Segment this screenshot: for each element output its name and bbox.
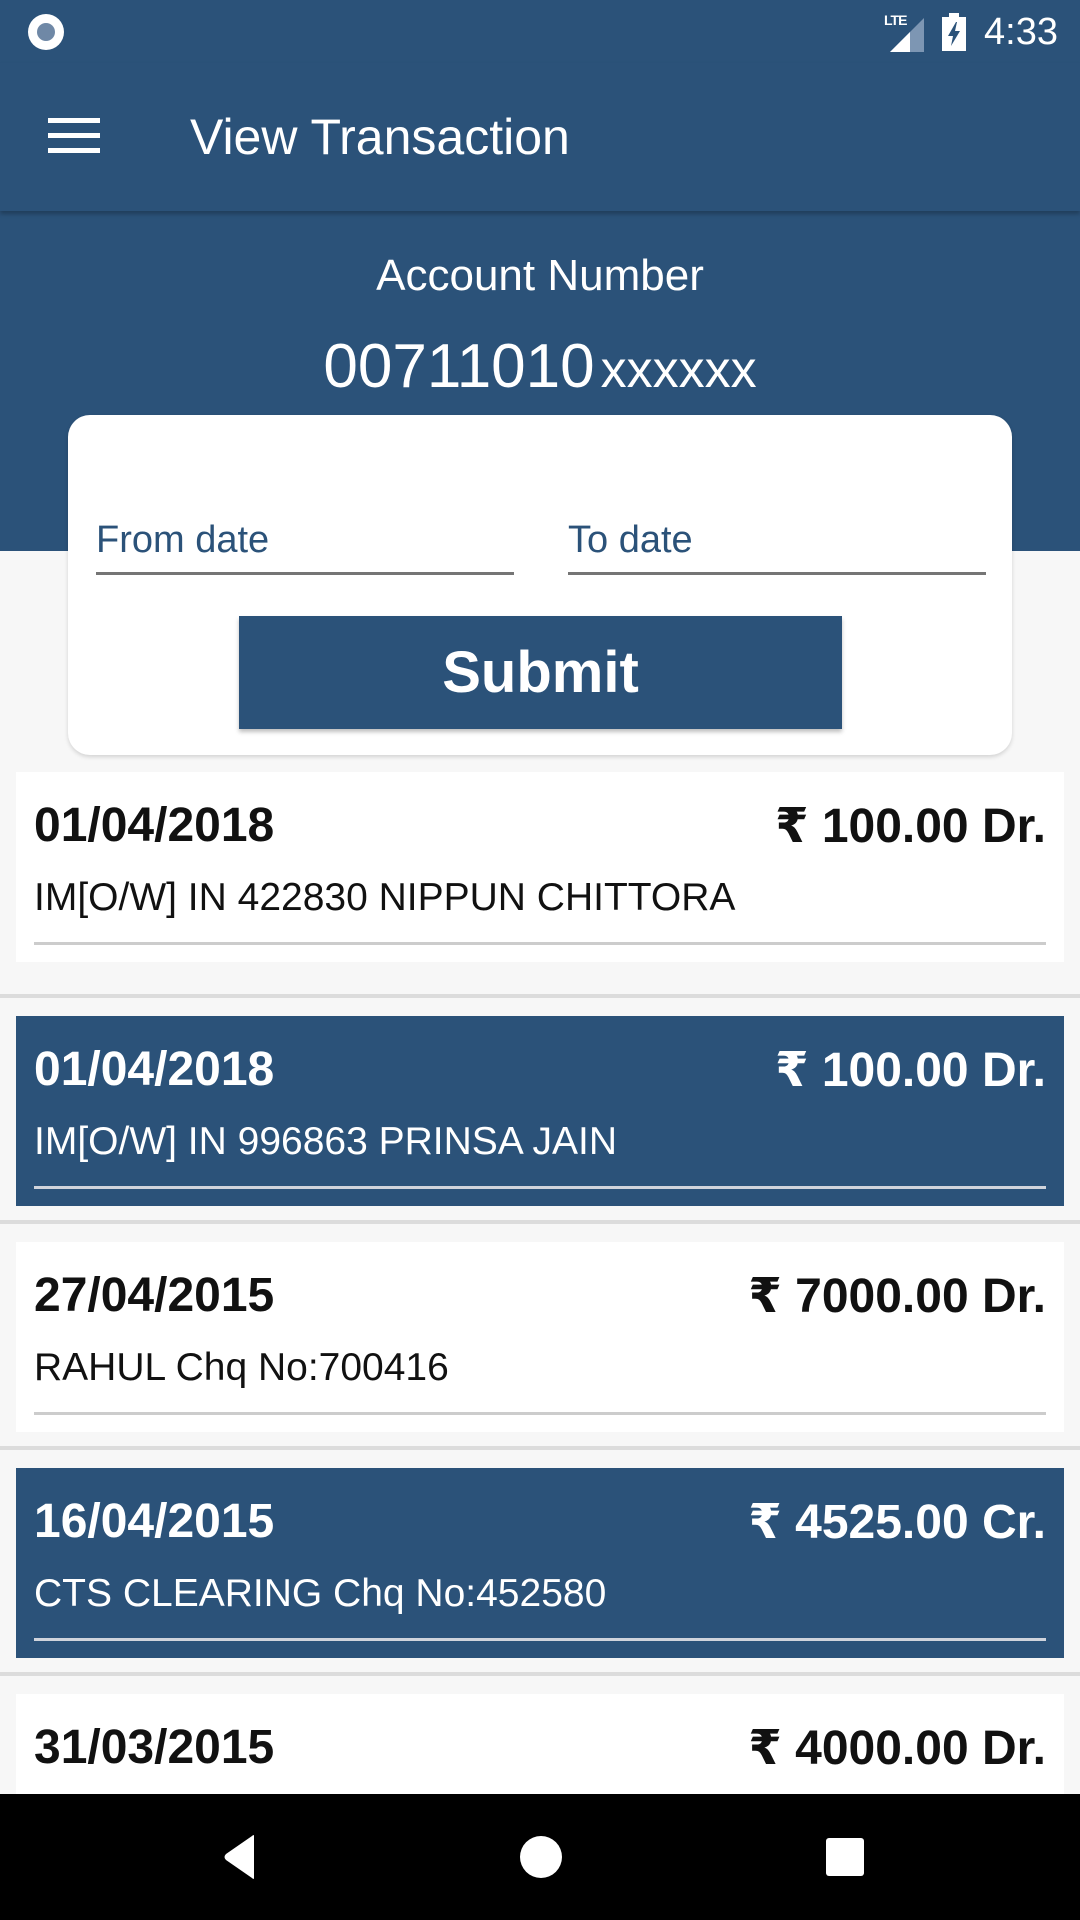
app-bar: View Transaction — [0, 63, 1080, 211]
account-number-label: Account Number — [376, 251, 704, 300]
transaction-row-highlighted[interactable]: 01/04/2018 ₹ 100.00 Dr. IM[O/W] IN 99686… — [16, 1016, 1064, 1206]
transaction-description: CTS CLEARING Chq No:452580 — [34, 1572, 607, 1615]
account-number-masked: xxxxxx — [600, 341, 757, 399]
from-date-placeholder: From date — [96, 519, 270, 561]
record-dot-icon — [28, 14, 64, 50]
back-icon[interactable] — [214, 1832, 264, 1882]
transaction-date: 16/04/2015 — [34, 1495, 275, 1548]
transaction-list[interactable]: 01/04/2018 ₹ 100.00 Dr. IM[O/W] IN 42283… — [0, 772, 1080, 1902]
status-time: 4:33 — [984, 10, 1058, 53]
account-number: 00711010 xxxxxx — [0, 331, 1080, 402]
recent-apps-icon[interactable] — [820, 1832, 870, 1882]
submit-button[interactable]: Submit — [239, 616, 842, 729]
transaction-row-wrapper: 01/04/2018 ₹ 100.00 Dr. IM[O/W] IN 42283… — [0, 772, 1080, 998]
page-title: View Transaction — [190, 109, 570, 165]
status-bar: LTE 4:33 — [0, 0, 1080, 63]
date-filter-card: From date To date Submit — [68, 415, 1012, 755]
transaction-amount: ₹ 7000.00 Dr. — [748, 1270, 1046, 1323]
row-divider — [34, 1186, 1046, 1189]
transaction-row-wrapper: 16/04/2015 ₹ 4525.00 Cr. CTS CLEARING Ch… — [0, 1450, 1080, 1676]
transaction-description: IM[O/W] IN 996863 PRINSA JAIN — [34, 1120, 618, 1163]
hamburger-menu-icon[interactable] — [48, 118, 100, 156]
to-date-field[interactable]: To date — [568, 505, 986, 575]
lte-signal-icon: LTE — [884, 12, 925, 52]
transaction-row-highlighted[interactable]: 16/04/2015 ₹ 4525.00 Cr. CTS CLEARING Ch… — [16, 1468, 1064, 1658]
transaction-row-wrapper: 27/04/2015 ₹ 7000.00 Dr. RAHUL Chq No:70… — [0, 1224, 1080, 1450]
system-nav-bar — [0, 1794, 1080, 1920]
transaction-row-wrapper: 01/04/2018 ₹ 100.00 Dr. IM[O/W] IN 99686… — [0, 998, 1080, 1224]
row-divider — [34, 1412, 1046, 1415]
transaction-date: 31/03/2015 — [34, 1721, 275, 1774]
transaction-row[interactable]: 01/04/2018 ₹ 100.00 Dr. IM[O/W] IN 42283… — [16, 772, 1064, 962]
from-date-field[interactable]: From date — [96, 505, 514, 575]
transaction-amount: ₹ 100.00 Dr. — [775, 1044, 1046, 1097]
transaction-description: RAHUL Chq No:700416 — [34, 1346, 449, 1389]
account-number-visible: 00711010 — [323, 332, 595, 401]
transaction-date: 01/04/2018 — [34, 799, 275, 852]
transaction-description: IM[O/W] IN 422830 NIPPUN CHITTORA — [34, 876, 736, 919]
row-divider — [34, 1638, 1046, 1641]
row-divider — [34, 942, 1046, 945]
to-date-placeholder: To date — [568, 519, 693, 561]
transaction-amount: ₹ 100.00 Dr. — [775, 800, 1046, 853]
battery-charging-icon — [942, 13, 967, 51]
transaction-date: 27/04/2015 — [34, 1269, 275, 1322]
transaction-amount: ₹ 4000.00 Dr. — [748, 1722, 1046, 1775]
transaction-amount: ₹ 4525.00 Cr. — [748, 1496, 1046, 1549]
transaction-date: 01/04/2018 — [34, 1043, 275, 1096]
status-icons: LTE 4:33 — [884, 10, 1058, 54]
network-type: LTE — [884, 12, 907, 28]
home-icon[interactable] — [516, 1832, 566, 1882]
transaction-row[interactable]: 27/04/2015 ₹ 7000.00 Dr. RAHUL Chq No:70… — [16, 1242, 1064, 1432]
